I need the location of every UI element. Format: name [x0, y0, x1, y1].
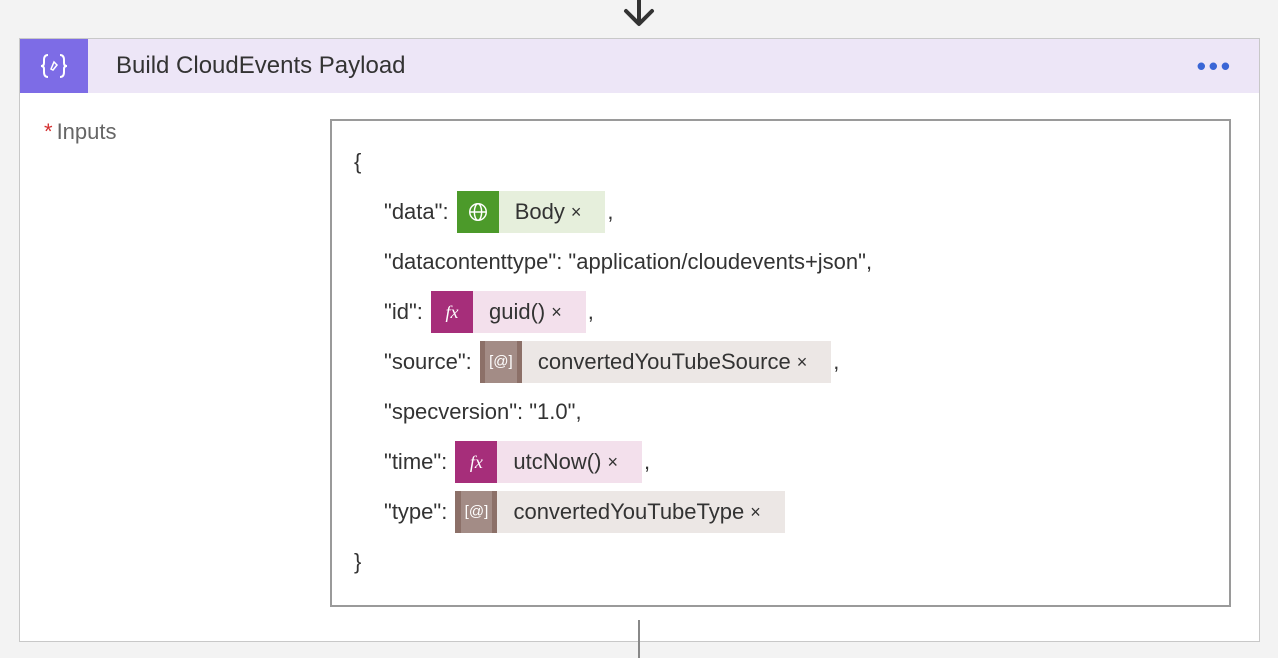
token-label: convertedYouTubeType [513, 487, 744, 537]
globe-icon [457, 191, 499, 233]
json-text: "type": [384, 487, 453, 537]
fx-icon: fx [431, 291, 473, 333]
json-text: "id": [384, 287, 429, 337]
token-utcnow[interactable]: fx utcNow() × [455, 441, 642, 483]
card-header[interactable]: Build CloudEvents Payload ••• [20, 39, 1259, 93]
json-text: { [354, 137, 361, 187]
required-mark: * [44, 119, 53, 144]
token-body[interactable]: Body × [457, 191, 606, 233]
parameter-icon: [@] [455, 491, 497, 533]
json-text: , [607, 187, 613, 237]
token-label: Body [515, 187, 565, 237]
json-text: , [833, 337, 839, 387]
connector-line [638, 620, 640, 658]
token-remove-button[interactable]: × [545, 287, 574, 337]
compose-icon [20, 39, 88, 93]
inputs-editor[interactable]: { "data": Body × , "datacontenttype": "a… [330, 119, 1231, 607]
action-card: Build CloudEvents Payload ••• *Inputs { … [19, 38, 1260, 642]
json-text: "datacontenttype": "application/cloudeve… [384, 237, 872, 287]
json-text: , [644, 437, 650, 487]
json-text: , [588, 287, 594, 337]
json-text: "data": [384, 187, 455, 237]
json-text: "source": [384, 337, 478, 387]
token-source[interactable]: [@] convertedYouTubeSource × [480, 341, 831, 383]
json-text: "time": [384, 437, 453, 487]
token-label: guid() [489, 287, 545, 337]
token-remove-button[interactable]: × [791, 337, 820, 387]
token-guid[interactable]: fx guid() × [431, 291, 586, 333]
arrow-down-icon [617, 0, 661, 37]
inputs-label: *Inputs [44, 119, 330, 607]
json-text: } [354, 537, 361, 587]
token-remove-button[interactable]: × [601, 437, 630, 487]
token-remove-button[interactable]: × [744, 487, 773, 537]
token-label: utcNow() [513, 437, 601, 487]
fx-icon: fx [455, 441, 497, 483]
token-type[interactable]: [@] convertedYouTubeType × [455, 491, 784, 533]
json-text: "specversion": "1.0", [384, 387, 582, 437]
card-body: *Inputs { "data": Body × , "datacon [20, 93, 1259, 641]
token-label: convertedYouTubeSource [538, 337, 791, 387]
token-remove-button[interactable]: × [565, 187, 594, 237]
card-title: Build CloudEvents Payload [88, 52, 1171, 80]
parameter-icon: [@] [480, 341, 522, 383]
